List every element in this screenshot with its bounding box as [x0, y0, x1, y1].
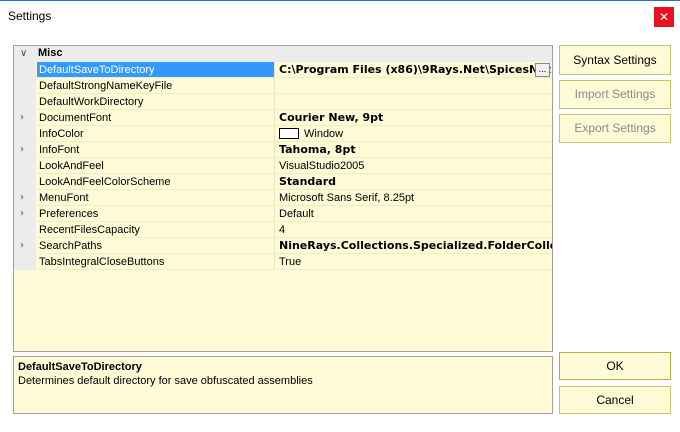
property-value[interactable]: NineRays.Collections.Specialized.FolderC…	[276, 238, 552, 254]
property-row[interactable]: LookAndFeelColorScheme Standard	[14, 174, 552, 190]
description-title: DefaultSaveToDirectory	[18, 361, 142, 373]
row-gutter	[14, 94, 36, 110]
row-gutter	[14, 78, 36, 94]
collapse-chevron-icon[interactable]: ∨	[20, 48, 30, 60]
property-row[interactable]: › SearchPaths NineRays.Collections.Special…	[14, 238, 552, 254]
category-row-misc[interactable]: ∨ Misc	[14, 46, 552, 62]
property-value-text: 4	[279, 224, 286, 236]
property-name[interactable]: DefaultStrongNameKeyFile	[37, 78, 275, 94]
property-value[interactable]: VisualStudio2005	[276, 158, 552, 174]
property-name[interactable]: SearchPaths	[37, 238, 275, 254]
expand-chevron-icon[interactable]: ›	[20, 144, 30, 156]
browse-button[interactable]: ...	[535, 63, 550, 77]
property-value-text: Standard	[279, 175, 337, 188]
property-value-text: Window	[304, 128, 344, 140]
description-panel: DefaultSaveToDirectory Determines defaul…	[13, 356, 553, 414]
expand-chevron-icon[interactable]: ›	[20, 192, 30, 204]
property-value[interactable]: True	[276, 254, 552, 270]
description-text: Determines default directory for save ob…	[18, 375, 313, 387]
property-name[interactable]: InfoColor	[37, 126, 275, 142]
property-value-text: Tahoma, 8pt	[279, 143, 356, 156]
property-value[interactable]: Tahoma, 8pt	[276, 142, 552, 158]
property-value[interactable]: Standard	[276, 174, 552, 190]
property-name[interactable]: LookAndFeel	[37, 158, 275, 174]
export-settings-button[interactable]: Export Settings	[559, 114, 671, 143]
category-label: Misc	[38, 47, 63, 59]
property-name[interactable]: DefaultSaveToDirectory	[37, 62, 275, 78]
ok-button[interactable]: OK	[559, 352, 671, 380]
property-value[interactable]: Microsoft Sans Serif, 8.25pt	[276, 190, 552, 206]
property-value[interactable]: Window	[276, 126, 552, 142]
property-name[interactable]: MenuFont	[37, 190, 275, 206]
row-gutter	[14, 62, 36, 78]
color-swatch	[279, 128, 299, 139]
property-row[interactable]: › InfoFont Tahoma, 8pt	[14, 142, 552, 158]
property-value-text: Default	[279, 208, 314, 220]
property-value[interactable]: 4	[276, 222, 552, 238]
property-name[interactable]: DefaultWorkDirectory	[37, 94, 275, 110]
property-row[interactable]: InfoColor Window	[14, 126, 552, 142]
row-gutter	[14, 174, 36, 190]
title-bar: Settings ✕	[0, 1, 680, 32]
property-row[interactable]: › MenuFont Microsoft Sans Serif, 8.25pt	[14, 190, 552, 206]
property-row[interactable]: RecentFilesCapacity 4	[14, 222, 552, 238]
expand-chevron-icon[interactable]: ›	[20, 208, 30, 220]
property-name[interactable]: DocumentFont	[37, 110, 275, 126]
property-value[interactable]: Default	[276, 206, 552, 222]
expand-chevron-icon[interactable]: ›	[20, 240, 30, 252]
property-row[interactable]: DefaultStrongNameKeyFile	[14, 78, 552, 94]
syntax-settings-button[interactable]: Syntax Settings	[559, 45, 671, 75]
property-name[interactable]: LookAndFeelColorScheme	[37, 174, 275, 190]
property-row[interactable]: LookAndFeel VisualStudio2005	[14, 158, 552, 174]
property-value-text: Microsoft Sans Serif, 8.25pt	[279, 192, 415, 204]
window-title: Settings	[8, 9, 52, 23]
property-value[interactable]: C:\Program Files (x86)\9Rays.Net\SpicesN…	[276, 62, 552, 78]
settings-window: Settings ✕ ∨ Misc DefaultSaveToDirectory…	[0, 0, 680, 432]
property-value[interactable]: Courier New, 9pt	[276, 110, 552, 126]
import-settings-button[interactable]: Import Settings	[559, 80, 671, 109]
property-name[interactable]: RecentFilesCapacity	[37, 222, 275, 238]
cancel-button[interactable]: Cancel	[559, 386, 671, 414]
expand-chevron-icon[interactable]: ›	[20, 112, 30, 124]
property-value-text: True	[279, 256, 302, 268]
property-grid[interactable]: ∨ Misc DefaultSaveToDirectory C:\Program …	[13, 45, 553, 352]
property-name[interactable]: Preferences	[37, 206, 275, 222]
close-icon[interactable]: ✕	[654, 7, 674, 27]
property-value[interactable]	[276, 78, 552, 94]
property-value-text: NineRays.Collections.Specialized.FolderC…	[279, 239, 552, 252]
property-row[interactable]: DefaultSaveToDirectory C:\Program Files (…	[14, 62, 552, 78]
row-gutter	[14, 222, 36, 238]
property-row[interactable]: TabsIntegralCloseButtons True	[14, 254, 552, 270]
row-gutter	[14, 158, 36, 174]
row-gutter	[14, 254, 36, 270]
property-row[interactable]: › DocumentFont Courier New, 9pt	[14, 110, 552, 126]
property-row[interactable]: › Preferences Default	[14, 206, 552, 222]
property-name[interactable]: InfoFont	[37, 142, 275, 158]
property-value-text: VisualStudio2005	[279, 160, 365, 172]
property-value-text: Courier New, 9pt	[279, 111, 384, 124]
row-gutter	[14, 126, 36, 142]
property-row[interactable]: DefaultWorkDirectory	[14, 94, 552, 110]
property-name[interactable]: TabsIntegralCloseButtons	[37, 254, 275, 270]
property-value-text: C:\Program Files (x86)\9Rays.Net\SpicesN…	[279, 63, 552, 76]
property-value[interactable]	[276, 94, 552, 110]
